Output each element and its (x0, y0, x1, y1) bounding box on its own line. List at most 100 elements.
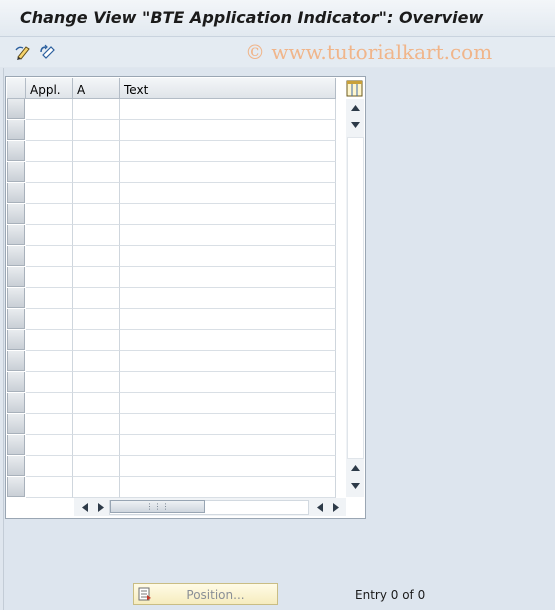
cell-appl[interactable] (26, 288, 73, 309)
cell-appl[interactable] (26, 204, 73, 225)
cell-a[interactable] (73, 141, 120, 162)
cell-appl[interactable] (26, 330, 73, 351)
cell-a[interactable] (73, 435, 120, 456)
table-row[interactable] (7, 162, 336, 183)
table-settings-icon[interactable] (346, 80, 363, 97)
scroll-down-icon[interactable] (348, 118, 362, 132)
table-row[interactable] (7, 225, 336, 246)
table-row[interactable] (7, 120, 336, 141)
row-selector[interactable] (7, 414, 25, 434)
row-selector[interactable] (7, 351, 25, 371)
cell-a[interactable] (73, 120, 120, 141)
table-row[interactable] (7, 414, 336, 435)
cell-text[interactable] (120, 435, 336, 456)
vertical-scroll-track[interactable] (347, 137, 364, 459)
undo-icon[interactable] (39, 43, 57, 61)
scroll-page-up-icon[interactable] (348, 461, 362, 475)
row-selector[interactable] (7, 435, 25, 455)
cell-a[interactable] (73, 330, 120, 351)
cell-text[interactable] (120, 162, 336, 183)
column-header-a[interactable]: A (73, 78, 120, 99)
row-selector[interactable] (7, 288, 25, 308)
table-row[interactable] (7, 204, 336, 225)
cell-text[interactable] (120, 120, 336, 141)
cell-appl[interactable] (26, 162, 73, 183)
cell-a[interactable] (73, 162, 120, 183)
row-selector[interactable] (7, 393, 25, 413)
row-selector[interactable] (7, 330, 25, 350)
cell-a[interactable] (73, 351, 120, 372)
cell-a[interactable] (73, 204, 120, 225)
display-change-icon[interactable] (15, 43, 33, 61)
cell-text[interactable] (120, 99, 336, 120)
cell-text[interactable] (120, 309, 336, 330)
table-row[interactable] (7, 330, 336, 351)
scroll-page-down-icon[interactable] (348, 479, 362, 493)
table-row[interactable] (7, 456, 336, 477)
cell-appl[interactable] (26, 372, 73, 393)
cell-text[interactable] (120, 372, 336, 393)
cell-a[interactable] (73, 372, 120, 393)
position-button[interactable]: Position... (133, 583, 278, 605)
row-selector[interactable] (7, 120, 25, 140)
cell-a[interactable] (73, 477, 120, 498)
table-row[interactable] (7, 99, 336, 120)
cell-text[interactable] (120, 183, 336, 204)
table-row[interactable] (7, 246, 336, 267)
cell-appl[interactable] (26, 246, 73, 267)
table-row[interactable] (7, 309, 336, 330)
cell-appl[interactable] (26, 477, 73, 498)
cell-appl[interactable] (26, 99, 73, 120)
cell-appl[interactable] (26, 414, 73, 435)
cell-appl[interactable] (26, 141, 73, 162)
row-selector[interactable] (7, 204, 25, 224)
select-all-header[interactable] (7, 78, 26, 99)
horizontal-scrollbar[interactable]: ⋮⋮⋮ (74, 498, 346, 516)
cell-appl[interactable] (26, 267, 73, 288)
table-row[interactable] (7, 288, 336, 309)
cell-appl[interactable] (26, 456, 73, 477)
cell-appl[interactable] (26, 309, 73, 330)
cell-text[interactable] (120, 288, 336, 309)
row-selector[interactable] (7, 267, 25, 287)
row-selector[interactable] (7, 309, 25, 329)
cell-text[interactable] (120, 414, 336, 435)
cell-text[interactable] (120, 393, 336, 414)
row-selector[interactable] (7, 141, 25, 161)
cell-a[interactable] (73, 309, 120, 330)
row-selector[interactable] (7, 246, 25, 266)
cell-a[interactable] (73, 246, 120, 267)
table-row[interactable] (7, 141, 336, 162)
row-selector[interactable] (7, 99, 25, 119)
cell-text[interactable] (120, 204, 336, 225)
table-row[interactable] (7, 351, 336, 372)
cell-appl[interactable] (26, 183, 73, 204)
cell-a[interactable] (73, 99, 120, 120)
cell-text[interactable] (120, 225, 336, 246)
row-selector[interactable] (7, 372, 25, 392)
row-selector[interactable] (7, 162, 25, 182)
cell-appl[interactable] (26, 225, 73, 246)
vertical-scrollbar[interactable] (346, 99, 364, 497)
horizontal-scroll-thumb[interactable]: ⋮⋮⋮ (110, 500, 205, 513)
row-selector[interactable] (7, 477, 25, 497)
cell-a[interactable] (73, 183, 120, 204)
row-selector[interactable] (7, 456, 25, 476)
cell-appl[interactable] (26, 351, 73, 372)
table-row[interactable] (7, 393, 336, 414)
cell-text[interactable] (120, 351, 336, 372)
cell-text[interactable] (120, 141, 336, 162)
row-selector[interactable] (7, 183, 25, 203)
table-row[interactable] (7, 435, 336, 456)
scroll-up-icon[interactable] (348, 101, 362, 115)
cell-a[interactable] (73, 267, 120, 288)
column-header-text[interactable]: Text (120, 78, 336, 99)
table-row[interactable] (7, 183, 336, 204)
cell-appl[interactable] (26, 393, 73, 414)
table-row[interactable] (7, 267, 336, 288)
cell-a[interactable] (73, 225, 120, 246)
scroll-left-icon[interactable] (78, 500, 92, 514)
scroll-far-left-icon[interactable] (313, 500, 327, 514)
cell-appl[interactable] (26, 435, 73, 456)
cell-text[interactable] (120, 477, 336, 498)
